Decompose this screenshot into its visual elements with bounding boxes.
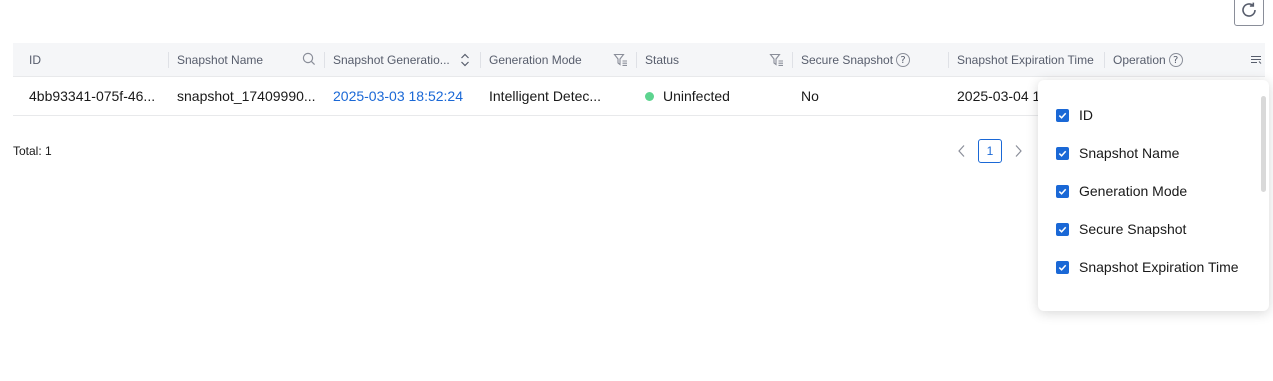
column-header-label: Operation [1113, 53, 1166, 67]
help-icon[interactable]: ? [1168, 53, 1183, 67]
cell-generation-mode: Intelligent Detec... [489, 88, 602, 104]
checkbox-checked-icon[interactable] [1056, 184, 1069, 198]
filter-icon[interactable] [613, 52, 629, 68]
column-header-label: Snapshot Generatio... [333, 53, 450, 67]
total-count: Total: 1 [13, 144, 52, 158]
prev-page-button[interactable] [950, 139, 974, 163]
refresh-button[interactable] [1234, 0, 1264, 26]
column-option-label: Secure Snapshot [1079, 221, 1187, 237]
next-page-button[interactable] [1006, 139, 1030, 163]
column-header-snapshot-name: Snapshot Name [169, 43, 325, 77]
column-header-status: Status [637, 43, 793, 77]
popover-scrollbar[interactable] [1261, 96, 1266, 192]
checkbox-checked-icon[interactable] [1056, 222, 1069, 236]
column-header-operation: Operation ? [1105, 43, 1265, 77]
column-header-id: ID [13, 43, 169, 77]
column-header-expiration-time: Snapshot Expiration Time [949, 43, 1105, 77]
column-header-label: Snapshot Expiration Time [957, 53, 1094, 67]
cell-id: 4bb93341-075f-46... [29, 88, 156, 104]
cell-status: Uninfected [645, 77, 789, 115]
column-settings-popover: ID Snapshot Name Generation Mode Secure … [1038, 80, 1269, 311]
column-option-snapshot-name[interactable]: Snapshot Name [1056, 143, 1179, 163]
column-header-label: Status [645, 53, 680, 67]
status-dot-icon [645, 91, 654, 101]
search-icon[interactable] [302, 52, 316, 66]
column-option-label: ID [1079, 107, 1093, 123]
filter-icon[interactable] [769, 52, 785, 68]
pagination: 1 [950, 139, 1030, 163]
table-header: ID Snapshot Name Snapshot Generatio... G… [13, 43, 1265, 77]
cell-generation-time-link[interactable]: 2025-03-03 18:52:24 [333, 77, 477, 115]
column-option-expiration-time[interactable]: Snapshot Expiration Time [1056, 257, 1239, 277]
column-option-label: Snapshot Expiration Time [1079, 259, 1239, 275]
column-option-secure-snapshot[interactable]: Secure Snapshot [1056, 219, 1186, 239]
chevron-left-icon [958, 145, 965, 157]
column-header-label: Snapshot Name [177, 53, 264, 67]
status-label: Uninfected [663, 88, 730, 104]
column-header-generation-time[interactable]: Snapshot Generatio... [325, 43, 481, 77]
sort-icon[interactable] [459, 52, 471, 68]
column-header-label: ID [29, 53, 41, 67]
column-header-generation-mode: Generation Mode [481, 43, 637, 77]
checkbox-checked-icon[interactable] [1056, 146, 1069, 160]
checkbox-checked-icon[interactable] [1056, 108, 1069, 122]
column-settings-icon[interactable] [1250, 55, 1262, 65]
refresh-icon [1242, 2, 1256, 17]
column-option-generation-mode[interactable]: Generation Mode [1056, 181, 1187, 201]
column-header-label: Generation Mode [489, 53, 582, 67]
cell-snapshot-name: snapshot_17409990... [177, 88, 316, 104]
help-icon[interactable]: ? [896, 53, 911, 67]
cell-secure-snapshot: No [801, 88, 819, 104]
column-option-label: Generation Mode [1079, 183, 1188, 199]
column-option-id[interactable]: ID [1056, 105, 1093, 125]
column-option-label: Snapshot Name [1079, 145, 1180, 161]
checkbox-checked-icon[interactable] [1056, 260, 1069, 274]
chevron-right-icon [1015, 145, 1022, 157]
page-1-button[interactable]: 1 [978, 139, 1002, 163]
column-header-label: Secure Snapshot [801, 53, 894, 67]
column-header-secure-snapshot: Secure Snapshot ? [793, 43, 949, 77]
